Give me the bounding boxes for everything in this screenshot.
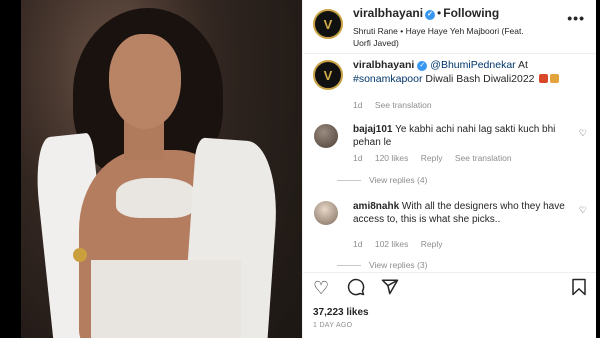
firecracker-emoji-icon xyxy=(550,74,560,83)
post-image[interactable] xyxy=(21,0,302,338)
follow-status[interactable]: Following xyxy=(443,6,499,20)
audio-link[interactable]: Shruti Rane • Haye Haye Yeh Majboori (Fe… xyxy=(353,25,538,49)
mention-link[interactable]: @BhumiPednekar xyxy=(430,59,515,71)
comment-likes-count[interactable]: 120 likes xyxy=(375,153,409,163)
comment-likes-count[interactable]: 102 likes xyxy=(375,239,409,249)
username-link[interactable]: viralbhayani xyxy=(353,6,423,20)
diya-emoji-icon xyxy=(539,74,549,83)
left-letterbox xyxy=(0,0,21,338)
avatar[interactable]: V xyxy=(313,9,343,39)
share-icon[interactable] xyxy=(381,278,399,300)
reply-button[interactable]: Reply xyxy=(421,153,443,163)
likes-count[interactable]: 37,223 likes xyxy=(313,307,369,318)
view-replies-button[interactable]: View replies (3) xyxy=(369,260,427,270)
post-timestamp[interactable]: 1 DAY AGO xyxy=(313,322,352,329)
post-side-panel: V viralbhayani ✓ • Following Shruti Rane • … xyxy=(302,0,597,338)
verified-badge-icon: ✓ xyxy=(417,61,428,71)
comment-like-icon[interactable]: ♡ xyxy=(579,205,587,216)
heart-icon[interactable]: ♡ xyxy=(313,278,329,298)
comment-icon[interactable] xyxy=(347,278,365,300)
see-translation-link[interactable]: See translation xyxy=(455,153,512,163)
commenter-avatar[interactable] xyxy=(314,201,338,225)
caption-avatar[interactable]: V xyxy=(313,60,343,90)
caption-username[interactable]: viralbhayani xyxy=(353,59,414,71)
caption-age: 1d xyxy=(353,100,363,110)
commenter-avatar[interactable] xyxy=(314,124,338,148)
hashtag-link[interactable]: #sonamkapoor xyxy=(353,73,422,85)
watermark-logo xyxy=(73,248,87,262)
view-replies-button[interactable]: View replies (4) xyxy=(369,175,427,185)
post-actions-bar: ♡ xyxy=(303,272,597,302)
post-header: V viralbhayani ✓ • Following Shruti Rane • … xyxy=(303,0,597,54)
right-letterbox xyxy=(596,0,600,338)
more-options-icon[interactable]: ••• xyxy=(567,10,585,26)
reply-button[interactable]: Reply xyxy=(421,239,443,249)
see-translation-link[interactable]: See translation xyxy=(375,100,432,110)
comment-like-icon[interactable]: ♡ xyxy=(579,128,587,139)
comment-username[interactable]: bajaj101 xyxy=(353,124,392,135)
save-bookmark-icon[interactable] xyxy=(571,278,587,300)
comment-username[interactable]: ami8nahk xyxy=(353,201,399,212)
verified-badge-icon: ✓ xyxy=(425,10,436,20)
